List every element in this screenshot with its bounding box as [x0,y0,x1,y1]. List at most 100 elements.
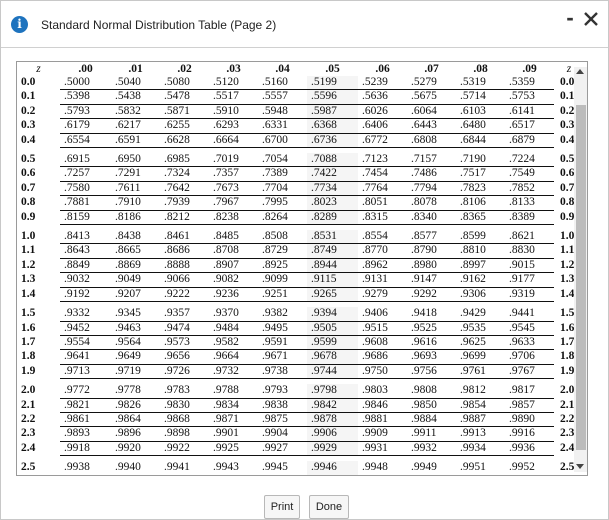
table-cell: .8790 [407,243,456,259]
table-cell: .9931 [358,441,407,457]
table-cell: .9948 [358,461,407,475]
table-cell: .9960 [307,475,358,476]
minimize-button[interactable]: - [562,5,578,31]
info-icon: i [11,16,28,33]
table-cell: .9798 [307,384,358,399]
column-header: .02 [177,63,192,75]
column-header: .04 [275,63,290,75]
table-cell: .9929 [307,441,358,457]
table-cell: .9131 [358,272,407,288]
table-cell: .9032 [60,272,111,288]
table-cell: .8289 [307,210,358,226]
table-cell: .8023 [307,195,358,211]
table-cell: .9890 [505,412,554,428]
table-row: 1.1.8643.8665.8686.8708.8729.8749.8770.8… [17,243,584,259]
z-value-left: 0.6 [21,167,36,180]
table-row: 1.9.9713.9719.9726.9732.9738.9744.9750.9… [17,364,584,380]
table-cell: .8925 [258,258,307,274]
z-value-left: 2.1 [21,398,36,411]
table-cell: .9767 [505,364,554,380]
table-cell: .9756 [407,364,456,380]
table-cell: .8849 [60,258,111,274]
table-cell: .9236 [209,287,258,303]
table-cell: .8729 [258,243,307,259]
table-cell: .8389 [505,210,554,226]
scroll-down-arrow-icon[interactable] [576,464,584,469]
table-cell: .5871 [160,104,209,120]
table-cell: .9738 [258,364,307,380]
table-cell: .8264 [258,210,307,226]
table-cell: .7123 [358,153,407,168]
table-cell: .7673 [209,181,258,197]
table-cell: .9678 [307,349,358,365]
close-icon[interactable] [579,7,603,31]
table-cell: .9750 [358,364,407,380]
table-cell: .9946 [307,461,358,475]
table-cell: .7852 [505,181,554,197]
vertical-scrollbar[interactable] [574,67,587,472]
table-cell: .9649 [111,349,160,365]
table-cell: .8078 [407,195,456,211]
table-row: 1.4.9192.9207.9222.9236.9251.9265.9279.9… [17,287,584,303]
scrollbar-thumb[interactable] [576,105,586,450]
table-cell: .9554 [60,335,111,351]
table-row: 0.0.5000.5040.5080.5120.5160.5199.5239.5… [17,76,584,91]
table-row: 0.6.7257.7291.7324.7357.7389.7422.7454.7… [17,166,584,182]
table-cell: .9656 [160,349,209,365]
table-cell: .5319 [456,76,505,91]
table-cell: .9945 [258,461,307,475]
table-scroll-area[interactable]: z .00 .01 .02 .03 .04 .05 .06 .07 .08 .0… [16,61,588,476]
table-row: 1.6.9452.9463.9474.9484.9495.9505.9515.9… [17,321,584,336]
table-cell: .8186 [111,210,160,226]
table-cell: .6554 [60,133,111,149]
table-body: 0.0.5000.5040.5080.5120.5160.5199.5239.5… [17,76,584,476]
table-row: 1.5.9332.9345.9357.9370.9382.9394.9406.9… [17,307,584,322]
table-cell: .8944 [307,258,358,274]
table-cell: .9015 [505,258,554,274]
table-cell: .9713 [60,364,111,380]
table-cell: .8340 [407,210,456,226]
table-cell: .9896 [111,426,160,442]
table-cell: .9382 [258,307,307,322]
table-cell: .7324 [160,166,209,182]
table-row: 1.2.8849.8869.8888.8907.8925.8944.8962.8… [17,258,584,274]
table-cell: .9927 [258,441,307,457]
table-cell: .8238 [209,210,258,226]
z-value-left: 1.2 [21,258,36,271]
table-cell: .5199 [307,76,358,91]
table-cell: .7939 [160,195,209,211]
table-cell: .9846 [358,398,407,413]
table-cell: .9162 [456,272,505,288]
table-cell: .9641 [60,349,111,365]
table-cell: .5714 [456,89,505,105]
table-cell: .9115 [307,272,358,288]
table-cell: .7794 [407,181,456,197]
table-cell: .9864 [111,412,160,428]
distribution-table-dialog: i Standard Normal Distribution Table (Pa… [0,0,609,520]
table-cell: .8665 [111,243,160,259]
table-row: 2.6.9953.9955.9956.9957.9959.9960.9961.9… [17,475,584,476]
print-button[interactable]: Print [264,495,300,519]
table-cell: .8907 [209,258,258,274]
table-cell: .9625 [456,335,505,351]
table-cell: .9726 [160,364,209,380]
scroll-up-arrow-icon[interactable] [576,69,584,74]
table-row: 0.3.6179.6217.6255.6293.6331.6368.6406.6… [17,118,584,134]
z-value-left: 1.1 [21,244,36,257]
table-cell: .9394 [307,307,358,322]
table-cell: .9875 [258,412,307,428]
table-cell: .9608 [358,335,407,351]
z-value-left: 0.5 [21,153,36,166]
table-cell: .9871 [209,412,258,428]
done-button[interactable]: Done [309,495,349,519]
table-cell: .7517 [456,166,505,182]
column-header: .09 [522,63,537,75]
column-header: .07 [424,63,439,75]
table-cell: .9803 [358,384,407,399]
table-cell: .9525 [407,321,456,336]
table-cell: .6368 [307,118,358,134]
table-row: 1.8.9641.9649.9656.9664.9671.9678.9686.9… [17,349,584,365]
table-cell: .9693 [407,349,456,365]
z-value-left: 0.1 [21,90,36,103]
table-cell: .9887 [456,412,505,428]
